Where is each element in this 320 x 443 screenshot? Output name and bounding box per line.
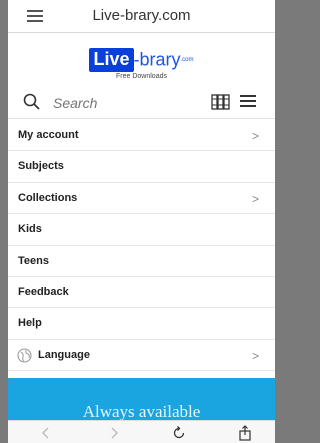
nav-item-label: Feedback (18, 285, 69, 298)
promo-banner[interactable]: Always available (8, 378, 275, 421)
nav-menu: My account > Subjects Collections > Kids… (8, 120, 275, 372)
nav-item-collections[interactable]: Collections > (8, 183, 275, 215)
browser-toolbar (8, 420, 275, 443)
globe-icon (17, 348, 32, 363)
nav-item-label: My account (18, 129, 79, 141)
logo-tagline: Free Downloads (116, 73, 167, 80)
nav-item-teens[interactable]: Teens (8, 246, 275, 277)
nav-item-subjects[interactable]: Subjects (8, 151, 275, 183)
reload-icon[interactable] (171, 425, 187, 441)
nav-item-feedback[interactable]: Feedback (8, 277, 275, 309)
nav-item-language[interactable]: Language > (8, 340, 275, 372)
phone-screen: Live-brary.com Live -brary.com Free Downl… (8, 0, 275, 443)
nav-item-label: Help (18, 317, 42, 330)
banner-text: Always available (82, 402, 201, 421)
menu-icon[interactable] (240, 95, 256, 108)
browser-address-bar: Live-brary.com (8, 0, 275, 33)
nav-item-kids[interactable]: Kids (8, 214, 275, 246)
logo-brary: -brary (133, 49, 181, 70)
nav-item-label: Kids (18, 223, 42, 236)
nav-item-label: Collections (18, 191, 78, 204)
nav-item-label: Subjects (18, 160, 64, 173)
nav-item-label: Language (38, 348, 90, 361)
nav-item-label: Teens (18, 254, 49, 267)
chevron-right-icon: > (251, 348, 259, 363)
url-text[interactable]: Live-brary.com (8, 7, 275, 24)
back-icon[interactable] (38, 425, 54, 441)
chevron-right-icon: > (251, 191, 259, 206)
logo-live: Live (89, 48, 134, 72)
search-input[interactable] (51, 93, 195, 113)
search-row (8, 88, 275, 119)
forward-icon[interactable] (106, 425, 122, 441)
chevron-right-icon: > (251, 129, 259, 143)
nav-item-help[interactable]: Help (8, 308, 275, 340)
search-icon[interactable] (22, 92, 42, 112)
books-icon[interactable] (211, 93, 231, 111)
share-icon[interactable] (237, 425, 253, 441)
site-logo[interactable]: Live -brary.com Free Downloads (8, 48, 275, 86)
logo-tld: .com (180, 57, 194, 63)
nav-item-my-account[interactable]: My account > (8, 120, 275, 152)
